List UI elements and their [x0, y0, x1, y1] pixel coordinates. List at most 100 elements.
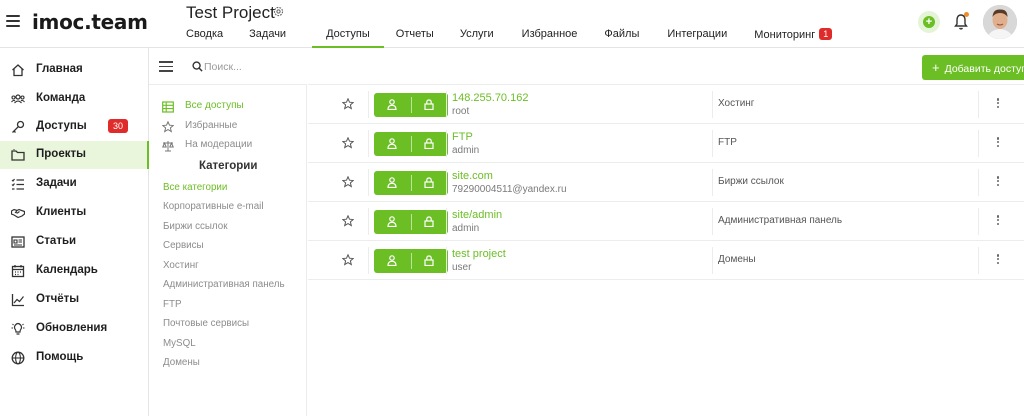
- sidebar-item-label: Команда: [36, 92, 86, 104]
- access-title-link[interactable]: test project: [452, 248, 506, 260]
- sidebar-item-label: Календарь: [36, 264, 98, 276]
- list-item: FTP admin FTP: [308, 124, 1024, 163]
- access-list: 148.255.70.162 root Хостинг FTP admin FT…: [308, 84, 1024, 280]
- sidebar-item-projects[interactable]: Проекты: [0, 141, 149, 169]
- more-options-icon[interactable]: [994, 137, 1002, 150]
- lock-icon: [424, 99, 434, 110]
- add-access-button[interactable]: + Добавить доступ: [922, 55, 1024, 80]
- tab-favorites[interactable]: Избранное: [522, 25, 578, 48]
- copy-login-button[interactable]: [374, 93, 411, 117]
- copy-password-button[interactable]: [411, 249, 448, 273]
- star-icon: [162, 121, 174, 133]
- category-item[interactable]: MySQL: [163, 338, 196, 349]
- filter-label: Избранные: [185, 120, 238, 131]
- favorite-star-icon[interactable]: [342, 215, 354, 227]
- sidebar-item-team[interactable]: Команда: [0, 85, 149, 113]
- access-actions: [374, 249, 448, 273]
- divider: [978, 91, 979, 118]
- table-icon: [162, 101, 174, 113]
- tab-accesses[interactable]: Доступы: [312, 25, 384, 48]
- tab-label: Задачи: [249, 28, 287, 40]
- sidebar-item-reports[interactable]: Отчёты: [0, 286, 149, 314]
- list-item: test project user Домены: [308, 241, 1024, 280]
- access-login: 79290004511@yandex.ru: [452, 184, 567, 195]
- more-options-icon[interactable]: [994, 254, 1002, 267]
- divider: [368, 208, 369, 235]
- category-item[interactable]: Домены: [163, 357, 200, 368]
- sidebar-item-articles[interactable]: Статьи: [0, 228, 149, 256]
- copy-login-button[interactable]: [374, 210, 411, 234]
- copy-password-button[interactable]: [411, 210, 448, 234]
- main-menu-icon[interactable]: [6, 15, 20, 27]
- sidebar-item-clients[interactable]: Клиенты: [0, 199, 149, 227]
- sidebar-item-home[interactable]: Главная: [0, 56, 149, 84]
- copy-password-button[interactable]: [411, 93, 448, 117]
- more-options-icon[interactable]: [994, 176, 1002, 189]
- category-item[interactable]: Почтовые сервисы: [163, 318, 249, 329]
- access-title-link[interactable]: 148.255.70.162: [452, 92, 528, 104]
- lock-icon: [424, 138, 434, 149]
- divider: [368, 91, 369, 118]
- list-item: site.com 79290004511@yandex.ru Биржи ссы…: [308, 163, 1024, 202]
- access-actions: [374, 132, 448, 156]
- sidebar-item-accesses[interactable]: Доступы 30: [0, 113, 149, 141]
- copy-password-button[interactable]: [411, 132, 448, 156]
- category-item[interactable]: Биржи ссылок: [163, 221, 228, 232]
- divider: [368, 169, 369, 196]
- tab-label: Избранное: [521, 28, 578, 40]
- subnav-toggle-icon[interactable]: [159, 61, 173, 72]
- tab-monitoring[interactable]: Мониторинг 1: [754, 25, 833, 48]
- sidebar-item-label: Статьи: [36, 235, 77, 247]
- favorite-star-icon[interactable]: [342, 254, 354, 266]
- divider: [978, 247, 979, 274]
- access-title-link[interactable]: FTP: [452, 131, 473, 143]
- bulb-icon: [11, 322, 25, 335]
- quick-add-button[interactable]: +: [918, 11, 940, 33]
- favorite-star-icon[interactable]: [342, 176, 354, 188]
- divider: [978, 130, 979, 157]
- gear-icon[interactable]: [272, 5, 285, 18]
- category-item[interactable]: Сервисы: [163, 240, 204, 251]
- copy-login-button[interactable]: [374, 132, 411, 156]
- tab-label: Доступы: [326, 28, 370, 40]
- tab-files[interactable]: Файлы: [604, 25, 639, 48]
- tab-summary[interactable]: Сводка: [186, 25, 223, 48]
- tab-integrations[interactable]: Интеграции: [667, 25, 727, 48]
- filter-label: Все доступы: [185, 100, 244, 111]
- access-title-link[interactable]: site/admin: [452, 209, 502, 221]
- category-item[interactable]: Корпоративные e-mail: [163, 201, 264, 212]
- sidebar-item-tasks[interactable]: Задачи: [0, 170, 149, 198]
- divider: [712, 247, 713, 274]
- access-title-link[interactable]: site.com: [452, 170, 493, 182]
- favorite-star-icon[interactable]: [342, 137, 354, 149]
- access-login: root: [452, 106, 470, 117]
- tab-reports[interactable]: Отчеты: [396, 25, 434, 48]
- category-item[interactable]: Административная панель: [163, 279, 285, 290]
- notification-dot: [964, 12, 969, 17]
- sidebar-item-updates[interactable]: Обновления: [0, 315, 149, 343]
- more-options-icon[interactable]: [994, 215, 1002, 228]
- copy-login-button[interactable]: [374, 249, 411, 273]
- category-item[interactable]: Хостинг: [163, 260, 199, 271]
- category-item[interactable]: FTP: [163, 299, 182, 310]
- divider: [368, 247, 369, 274]
- search-input[interactable]: [204, 58, 504, 76]
- copy-login-button[interactable]: [374, 171, 411, 195]
- tab-label: Интеграции: [667, 28, 728, 40]
- sidebar-item-calendar[interactable]: Календарь: [0, 257, 149, 285]
- sidebar-item-label: Задачи: [36, 177, 77, 189]
- divider: [446, 169, 447, 196]
- divider: [712, 91, 713, 118]
- avatar[interactable]: [983, 5, 1017, 39]
- access-category: Домены: [718, 254, 756, 265]
- more-options-icon[interactable]: [994, 98, 1002, 111]
- sidebar-item-help[interactable]: Помощь: [0, 344, 149, 372]
- favorite-star-icon[interactable]: [342, 98, 354, 110]
- scales-icon: [162, 141, 174, 152]
- category-all[interactable]: Все категории: [163, 182, 227, 193]
- copy-password-button[interactable]: [411, 171, 448, 195]
- logo[interactable]: imoc.team: [32, 10, 148, 34]
- divider: [978, 208, 979, 235]
- tab-tasks[interactable]: Задачи: [249, 25, 286, 48]
- tab-services[interactable]: Услуги: [460, 25, 494, 48]
